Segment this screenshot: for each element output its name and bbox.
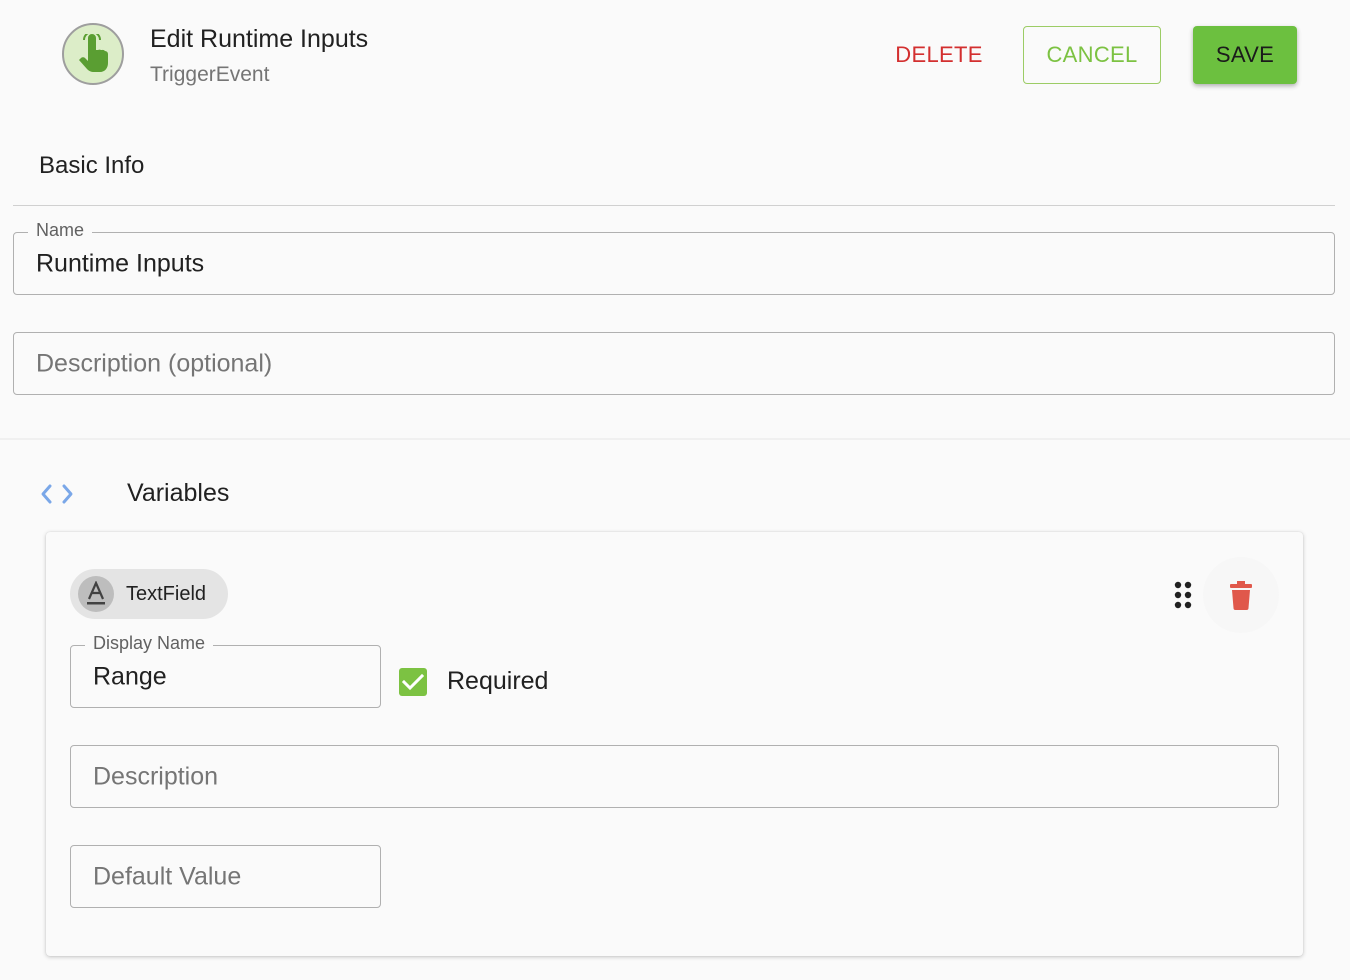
variable-description-field[interactable]: Description: [70, 745, 1279, 808]
default-value-field[interactable]: Default Value: [70, 845, 381, 908]
text-format-icon: [78, 576, 114, 612]
display-name-value: Range: [93, 662, 167, 690]
section-divider: [13, 205, 1335, 206]
page-title: Edit Runtime Inputs: [150, 25, 369, 53]
description-field[interactable]: Description (optional): [13, 332, 1335, 395]
touch-app-icon: [62, 23, 124, 85]
variable-type-chip: TextField: [70, 569, 228, 619]
page-subtitle: TriggerEvent: [150, 63, 270, 86]
name-field-label: Name: [28, 220, 93, 241]
required-label: Required: [447, 667, 549, 695]
trash-icon: [1230, 581, 1252, 610]
display-name-label: Display Name: [85, 633, 214, 654]
delete-variable-button[interactable]: [1203, 557, 1279, 633]
variable-card: TextField Display Name Range Required De…: [46, 532, 1303, 956]
edit-runtime-inputs-page: Edit Runtime Inputs TriggerEvent DELETE …: [0, 0, 1350, 980]
description-field-placeholder: Description (optional): [36, 349, 273, 377]
variable-description-placeholder: Description: [93, 762, 219, 790]
code-icon: [40, 482, 76, 506]
check-icon: [402, 673, 424, 691]
delete-button[interactable]: DELETE: [880, 27, 998, 83]
name-field-value: Runtime Inputs: [36, 249, 205, 277]
variables-title: Variables: [127, 479, 230, 507]
save-button[interactable]: SAVE: [1193, 26, 1297, 84]
display-name-field[interactable]: Display Name Range: [70, 633, 381, 708]
name-field[interactable]: Name Runtime Inputs: [13, 220, 1335, 295]
cancel-button[interactable]: CANCEL: [1023, 26, 1161, 84]
required-checkbox[interactable]: [399, 668, 427, 696]
variable-type-label: TextField: [126, 582, 207, 605]
section-separator: [0, 438, 1350, 440]
default-value-placeholder: Default Value: [93, 862, 242, 890]
drag-handle-icon[interactable]: [1173, 580, 1193, 610]
basic-info-title: Basic Info: [39, 152, 145, 179]
